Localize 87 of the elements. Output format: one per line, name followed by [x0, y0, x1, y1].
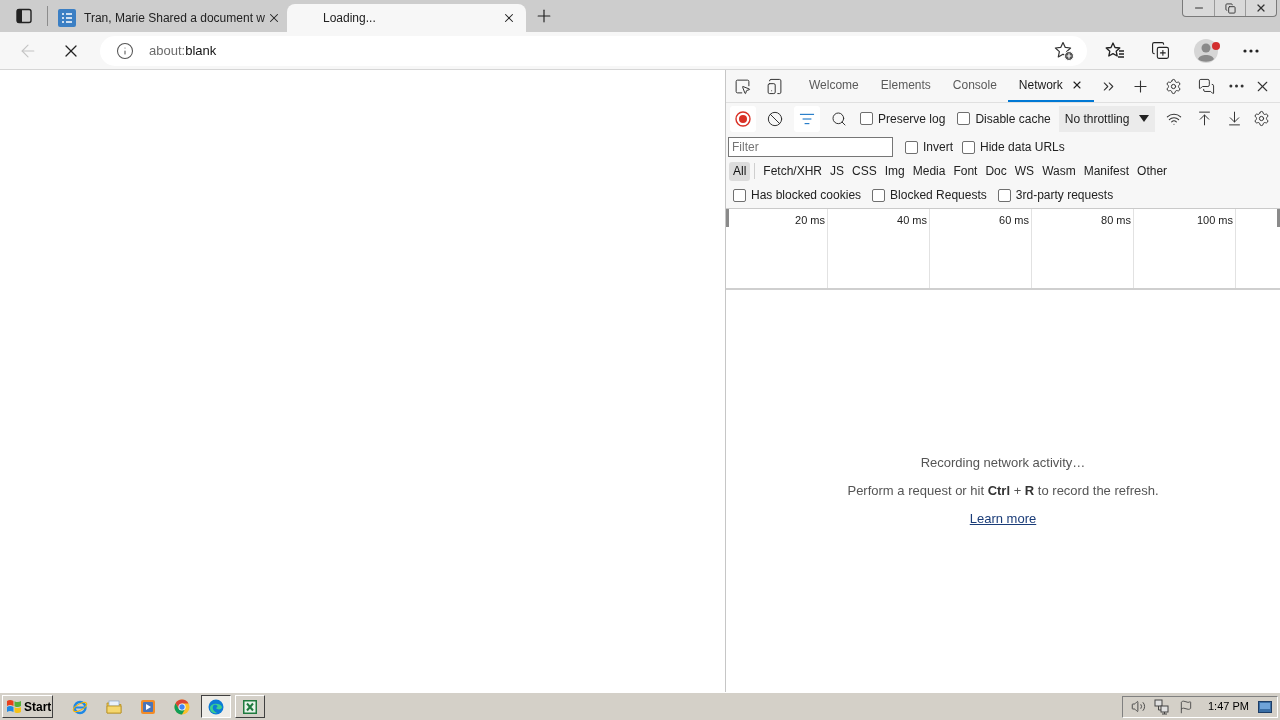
close-icon — [502, 11, 516, 25]
clock-text: 1:47 PM — [1208, 699, 1249, 715]
network-button[interactable] — [1153, 697, 1171, 716]
media-player-icon — [140, 698, 156, 715]
filter-input[interactable]: Filter — [728, 137, 893, 157]
checkbox[interactable] — [905, 140, 918, 154]
type-filter[interactable]: CSS — [848, 161, 881, 181]
dropdown-caret-icon — [1139, 115, 1150, 122]
timeline-tick-label: 20 ms — [795, 213, 825, 226]
devtools-tab[interactable]: Console — [941, 70, 1008, 102]
type-filter[interactable]: Font — [949, 161, 982, 181]
taskbar-app-button[interactable] — [201, 695, 231, 718]
start-button[interactable]: Start — [2, 695, 53, 718]
checkbox-label[interactable]: Preserve log — [878, 109, 946, 128]
record-button[interactable] — [730, 105, 756, 132]
network-computers-icon — [1154, 698, 1170, 715]
tab-actions-icon — [16, 8, 32, 24]
checkbox-label[interactable]: Blocked Requests — [890, 186, 987, 204]
info-icon — [116, 41, 134, 60]
more-icon — [1243, 48, 1259, 53]
checkbox[interactable] — [860, 112, 873, 125]
checkbox[interactable] — [962, 140, 975, 154]
type-filter[interactable]: Media — [908, 161, 950, 181]
inspect-icon — [733, 77, 751, 95]
throttling-select[interactable]: No throttling — [1058, 105, 1156, 132]
browser-tab[interactable]: Tran, Marie Shared a document w — [48, 4, 287, 32]
checkbox-label[interactable]: Disable cache — [975, 109, 1051, 128]
timeline-tick-label: 80 ms — [1101, 213, 1131, 226]
type-filter[interactable]: WS — [1010, 161, 1039, 181]
checkbox[interactable] — [957, 112, 971, 125]
learn-more-link[interactable]: Learn more — [969, 511, 1037, 527]
show-desktop-icon — [1258, 700, 1272, 713]
empty-state-title: Recording network activity… — [920, 455, 1086, 471]
add-favorite-button[interactable] — [1053, 39, 1075, 62]
timeline-tick-label: 40 ms — [897, 213, 927, 226]
speaker-icon — [1130, 699, 1146, 714]
filter-button[interactable] — [794, 105, 820, 132]
chrome-browser-icon — [174, 698, 190, 715]
empty-state-hint: Perform a request or hit Ctrl + R to record the refresh. — [847, 483, 1159, 499]
settings-icon — [1252, 110, 1270, 127]
windows-flag-icon — [6, 699, 22, 714]
timeline-tick-label: 100 ms — [1196, 213, 1233, 226]
star-add-icon — [1054, 40, 1074, 61]
type-filter[interactable]: Fetch/XHR — [759, 161, 827, 181]
show-desktop-button[interactable] — [1257, 698, 1273, 715]
type-filter[interactable]: JS — [826, 161, 849, 181]
search-icon — [831, 110, 847, 127]
checkbox-label[interactable]: Hide data URLs — [980, 138, 1065, 156]
record-icon — [735, 110, 751, 127]
checkbox-label[interactable]: Has blocked cookies — [751, 186, 862, 204]
url-text: about:blank — [149, 41, 217, 60]
close-icon — [1255, 2, 1267, 14]
feedback-icon — [1198, 77, 1216, 95]
checkbox-label[interactable]: 3rd-party requests — [1015, 186, 1114, 204]
checkbox-label[interactable]: Invert — [923, 138, 953, 156]
type-filter[interactable]: All — [729, 161, 751, 181]
favorites-star-icon — [1105, 40, 1125, 61]
devtools-tab[interactable]: Welcome — [798, 70, 870, 102]
checkbox[interactable] — [733, 188, 746, 202]
type-filter[interactable]: Doc — [981, 161, 1011, 181]
settings-icon — [1165, 77, 1183, 95]
restore-icon — [1224, 2, 1236, 14]
type-filter[interactable]: Img — [880, 161, 909, 181]
clear-icon — [767, 110, 783, 127]
folder-icon — [106, 698, 122, 715]
devtools-tab[interactable]: Elements — [869, 70, 942, 102]
tab-title: Loading... — [323, 10, 376, 27]
spreadsheet-app-icon — [242, 698, 258, 715]
flag-icon — [1179, 699, 1193, 714]
type-filter[interactable]: Wasm — [1038, 161, 1080, 181]
overview-handle[interactable] — [1277, 209, 1280, 227]
type-filter[interactable]: Manifest — [1079, 161, 1134, 181]
browser-tab[interactable]: Loading... — [287, 4, 526, 32]
tab-title: Tran, Marie Shared a document w — [84, 10, 265, 27]
address-bar[interactable]: about:blank — [100, 35, 1087, 66]
edge-browser-icon — [208, 698, 224, 715]
timeline-tick-label: 60 ms — [999, 213, 1029, 226]
device-icon — [765, 77, 783, 95]
more-icon — [1229, 84, 1245, 88]
globe-ring-icon — [72, 698, 88, 715]
close-icon — [267, 11, 281, 25]
avatar-icon — [1194, 38, 1218, 63]
type-filter[interactable]: Other — [1133, 161, 1172, 181]
checkbox[interactable] — [997, 188, 1011, 202]
overview-handle[interactable] — [726, 209, 729, 227]
checkbox[interactable] — [872, 188, 886, 202]
collections-icon — [1150, 41, 1170, 60]
